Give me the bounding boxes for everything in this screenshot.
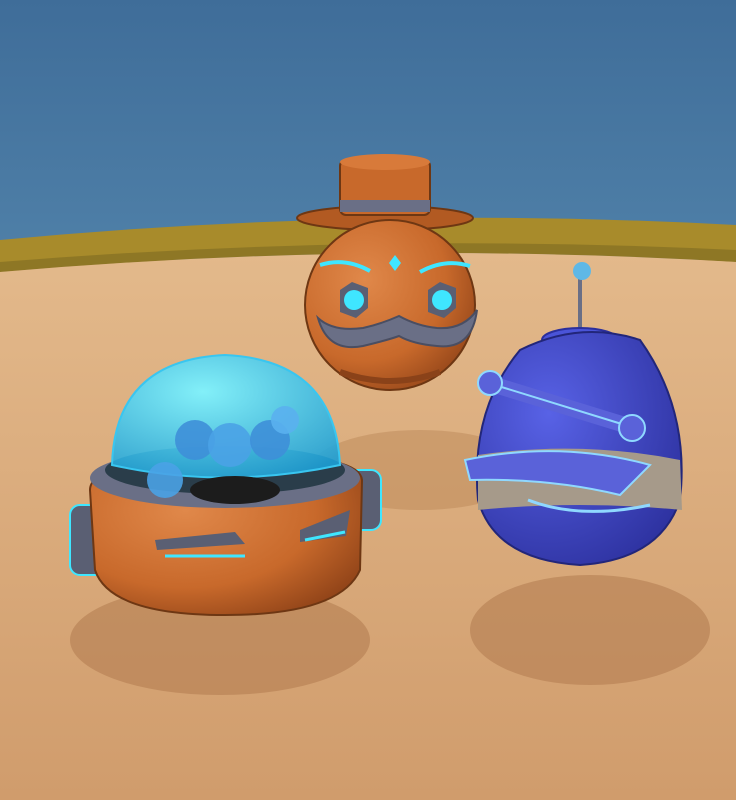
mechanic-body (475, 331, 683, 567)
scene-canvas (0, 0, 736, 800)
antenna-tip-icon (573, 262, 591, 280)
shadow-mechanic-bot (470, 575, 710, 685)
dome-hole (190, 476, 280, 504)
game-scene (0, 0, 736, 800)
left-eye-icon (344, 290, 364, 310)
right-eye-icon (432, 290, 452, 310)
hat-band (340, 200, 430, 212)
hat-top (340, 154, 430, 170)
